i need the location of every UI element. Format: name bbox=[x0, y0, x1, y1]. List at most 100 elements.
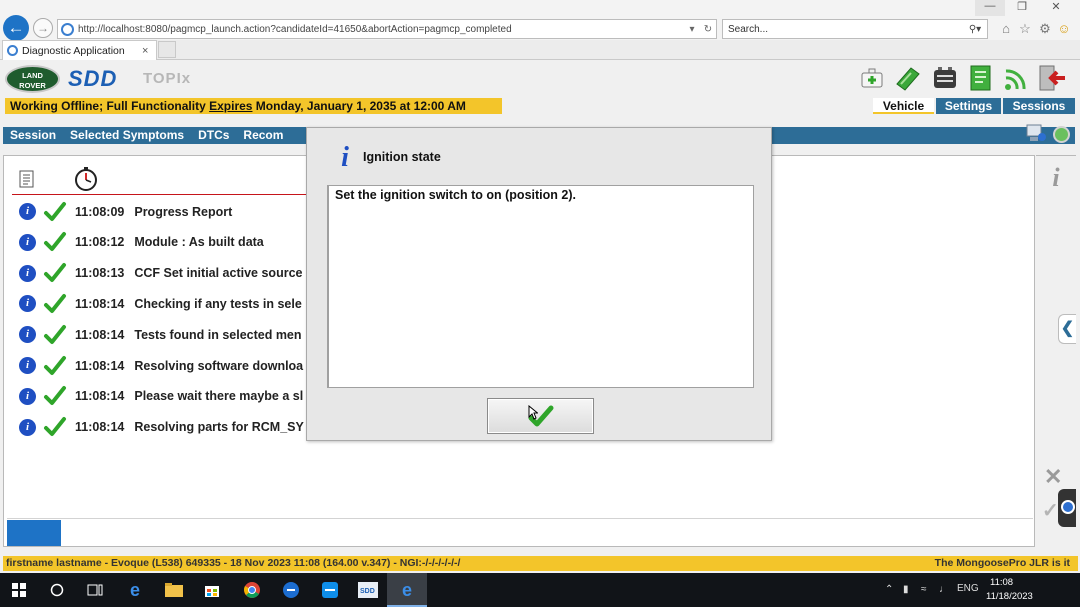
volume-tray-icon[interactable]: ♩ bbox=[939, 584, 949, 595]
log-row[interactable]: i 11:08:14 Please wait there maybe a sl bbox=[4, 381, 324, 412]
info-icon[interactable]: i bbox=[19, 357, 36, 374]
clock-date[interactable]: 11/18/2023 bbox=[986, 591, 1033, 602]
log-message: Please wait there maybe a sl bbox=[134, 389, 304, 404]
clock-time[interactable]: 11:08 bbox=[990, 577, 1013, 588]
log-time: 11:08:13 bbox=[75, 266, 125, 281]
sdd-logo: SDD bbox=[68, 66, 118, 91]
refresh-icon[interactable]: ↻ bbox=[700, 24, 716, 35]
restore-button[interactable]: ❐ bbox=[1007, 0, 1037, 16]
dropdown-icon[interactable]: ▾ bbox=[684, 24, 700, 35]
info-icon[interactable]: i bbox=[19, 326, 36, 344]
vci-status: The MongoosePro JLR is it bbox=[934, 557, 1070, 569]
search-placeholder: Search... bbox=[728, 23, 769, 35]
tab-vehicle[interactable]: Vehicle bbox=[873, 98, 934, 114]
info-icon[interactable]: i bbox=[1047, 164, 1065, 192]
menu-session[interactable]: Session bbox=[3, 127, 63, 144]
log-message: Module : As built data bbox=[134, 235, 264, 250]
wifi-tray-icon[interactable]: ≈ bbox=[921, 584, 927, 595]
stopwatch-icon bbox=[75, 167, 97, 191]
tab-close-icon[interactable]: × bbox=[142, 45, 156, 57]
windows-start-icon[interactable] bbox=[7, 578, 31, 602]
tray-chevron-icon[interactable]: ⌃ bbox=[885, 584, 893, 595]
network-computer-icon[interactable] bbox=[1025, 122, 1047, 144]
forward-button[interactable]: → bbox=[33, 18, 53, 38]
check-icon bbox=[44, 417, 66, 437]
right-rail: i ❮ ✕ ✓ bbox=[1036, 155, 1076, 547]
svg-text:SDD: SDD bbox=[360, 588, 375, 595]
mouse-cursor-icon bbox=[528, 405, 538, 420]
url-text: http://localhost:8080/pagmcp_launch.acti… bbox=[78, 23, 512, 35]
cortana-search-icon[interactable] bbox=[45, 578, 69, 602]
tab-title: Diagnostic Application bbox=[22, 44, 125, 57]
log-message: Tests found in selected men bbox=[134, 327, 302, 342]
store-icon[interactable] bbox=[200, 578, 224, 602]
home-icon[interactable]: ⌂ bbox=[998, 21, 1014, 37]
tab-sessions[interactable]: Sessions bbox=[1003, 98, 1075, 114]
log-time: 11:08:14 bbox=[75, 358, 125, 373]
log-row[interactable]: i 11:08:14 Checking if any tests in sele bbox=[4, 288, 324, 319]
progress-bar bbox=[7, 520, 61, 546]
info-icon[interactable]: i bbox=[19, 387, 36, 405]
app-header: LAND ROVER SDD TOPIx bbox=[0, 60, 1080, 97]
ok-button[interactable] bbox=[487, 398, 594, 434]
info-icon[interactable]: i bbox=[19, 295, 36, 313]
search-icon[interactable]: ⚲▾ bbox=[963, 24, 987, 35]
remote-support-tab[interactable] bbox=[1058, 489, 1076, 527]
medkit-icon[interactable] bbox=[858, 64, 888, 92]
task-view-icon[interactable] bbox=[83, 578, 107, 602]
address-bar[interactable]: http://localhost:8080/pagmcp_launch.acti… bbox=[57, 19, 717, 39]
chrome-icon[interactable] bbox=[240, 578, 264, 602]
teamviewer-taskbar-icon[interactable] bbox=[318, 578, 342, 602]
refresh-green-icon[interactable] bbox=[1053, 126, 1070, 143]
log-time: 11:08:14 bbox=[75, 296, 125, 311]
log-time: 11:08:14 bbox=[75, 327, 125, 342]
check-icon bbox=[44, 201, 66, 221]
internet-explorer-icon[interactable]: e bbox=[395, 578, 419, 602]
log-row[interactable]: i 11:08:14 Tests found in selected men bbox=[4, 319, 324, 350]
offline-banner: Working Offline; Full Functionality Expi… bbox=[5, 98, 502, 114]
minimize-button[interactable]: — bbox=[975, 0, 1005, 16]
tab-settings[interactable]: Settings bbox=[936, 98, 1001, 114]
feedback-smiley-icon[interactable]: ☺ bbox=[1056, 21, 1072, 37]
battery-icon[interactable] bbox=[930, 64, 960, 92]
cancel-x-icon[interactable]: ✕ bbox=[1044, 466, 1062, 488]
browser-tab-strip: Diagnostic Application × bbox=[0, 40, 1080, 60]
info-icon[interactable]: i bbox=[19, 264, 36, 282]
app-blue-icon[interactable] bbox=[279, 578, 303, 602]
exit-door-icon[interactable] bbox=[1037, 64, 1067, 92]
info-icon[interactable]: i bbox=[19, 233, 36, 251]
battery-tray-icon[interactable]: ▮ bbox=[903, 584, 909, 595]
info-icon[interactable]: i bbox=[19, 418, 36, 436]
browser-tab-diagnostic[interactable]: Diagnostic Application × bbox=[2, 40, 157, 60]
ie-tab-icon bbox=[7, 45, 18, 56]
check-icon bbox=[44, 232, 66, 252]
edge-browser-icon[interactable]: e bbox=[123, 578, 147, 602]
vci-device-icon[interactable] bbox=[893, 64, 923, 92]
log-row[interactable]: i 11:08:13 CCF Set initial active source bbox=[4, 258, 324, 289]
expand-panel-chevron-icon[interactable]: ❮ bbox=[1058, 314, 1076, 344]
sdd-taskbar-icon[interactable]: SDD bbox=[356, 578, 380, 602]
info-icon[interactable]: i bbox=[19, 203, 36, 220]
log-row[interactable]: i 11:08:09 Progress Report bbox=[4, 196, 324, 227]
settings-gear-icon[interactable]: ⚙ bbox=[1037, 21, 1053, 37]
close-window-button[interactable]: ✕ bbox=[1041, 0, 1071, 16]
menu-selected-symptoms[interactable]: Selected Symptoms bbox=[63, 127, 191, 144]
new-tab-button[interactable] bbox=[158, 41, 176, 58]
file-explorer-icon[interactable] bbox=[162, 578, 186, 602]
banner-prefix: Working Offline; Full Functionality bbox=[10, 99, 210, 113]
log-row[interactable]: i 11:08:14 Resolving software downloa bbox=[4, 350, 324, 381]
menu-dtcs[interactable]: DTCs bbox=[191, 127, 236, 144]
menu-recommendations[interactable]: Recom bbox=[236, 127, 290, 144]
session-info: firstname lastname - Evoque (L538) 64933… bbox=[6, 557, 461, 569]
log-row[interactable]: i 11:08:14 Resolving parts for RCM_SY bbox=[4, 412, 324, 443]
favorites-icon[interactable]: ☆ bbox=[1017, 21, 1033, 37]
dialog-message: Set the ignition switch to on (position … bbox=[335, 188, 576, 202]
search-input[interactable]: Search... ⚲▾ bbox=[722, 19, 988, 39]
language-indicator[interactable]: ENG bbox=[957, 583, 979, 594]
banner-expires-link[interactable]: Expires bbox=[209, 99, 252, 113]
progress-track bbox=[7, 518, 1033, 519]
wireless-icon[interactable] bbox=[1002, 64, 1032, 92]
notes-icon[interactable] bbox=[965, 64, 995, 92]
log-row[interactable]: i 11:08:12 Module : As built data bbox=[4, 227, 324, 258]
back-button[interactable]: ← bbox=[3, 15, 29, 41]
